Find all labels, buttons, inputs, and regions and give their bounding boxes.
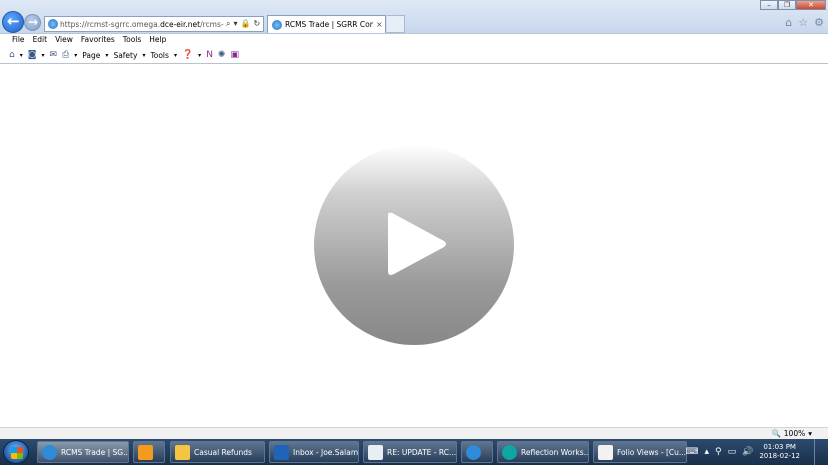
research-icon[interactable]: ▣ — [230, 50, 239, 60]
home-icon[interactable]: ⌂ — [9, 50, 15, 60]
address-bar[interactable]: https://rcmst-sgrrc.omega.dce-eir.net/rc… — [44, 16, 264, 32]
start-button[interactable] — [3, 440, 29, 464]
chevron-down-icon[interactable]: ▾ — [41, 52, 44, 59]
tools-menu[interactable]: Tools — [150, 51, 168, 60]
folder-icon — [175, 444, 190, 460]
clock-date: 2018-02-12 — [759, 452, 800, 460]
taskbar-item-internet-explorer[interactable] — [461, 441, 493, 463]
tab-title: RCMS Trade | SGRR Comm... — [285, 20, 373, 29]
menu-tools[interactable]: Tools — [119, 34, 145, 46]
new-tab-button[interactable] — [387, 15, 405, 33]
clock[interactable]: 01:03 PM 2018-02-12 — [759, 443, 800, 461]
forward-button[interactable]: → — [24, 14, 41, 31]
email-icon — [368, 444, 383, 460]
feeds-icon[interactable]: ◙ — [28, 50, 37, 60]
chevron-down-icon[interactable]: ▾ — [142, 52, 145, 59]
menu-edit[interactable]: Edit — [29, 34, 52, 46]
command-bar: ⌂ ▾ ◙ ▾ ✉ ⎙ ▾ Page ▾ Safety ▾ Tools ▾ ❓ ▾ N ✺ ▣ — [0, 47, 828, 64]
print-icon[interactable]: ⎙ — [62, 50, 69, 60]
menu-favorites[interactable]: Favorites — [77, 34, 119, 46]
menu-bar: File Edit View Favorites Tools Help — [0, 34, 828, 46]
taskbar-item-email-update[interactable]: RE: UPDATE - RC... — [363, 441, 457, 463]
chevron-down-icon[interactable]: ▾ — [198, 52, 201, 59]
url-text: https://rcmst-sgrrc.omega.dce-eir.net/rc… — [60, 19, 224, 29]
clock-time: 01:03 PM — [763, 443, 796, 451]
book-icon — [598, 444, 613, 460]
ie-favicon-icon — [272, 19, 282, 30]
show-desktop-button[interactable] — [814, 439, 822, 465]
home-icon[interactable]: ⌂ — [785, 16, 792, 29]
taskbar-item-media-player[interactable] — [133, 441, 165, 463]
taskbar-item-casual-refunds[interactable]: Casual Refunds — [170, 441, 265, 463]
keyboard-icon[interactable]: ⌨ — [685, 447, 698, 457]
play-icon — [388, 212, 446, 275]
search-icon[interactable]: ⌕ — [226, 19, 230, 29]
help-icon[interactable]: ❓ — [182, 50, 193, 60]
gear-icon[interactable]: ⚙ — [814, 16, 824, 29]
system-tray: ⌨ ▴ ⚲ ▭ 🔊 01:03 PM 2018-02-12 — [685, 439, 828, 465]
chevron-down-icon[interactable]: ▾ — [174, 52, 177, 59]
chevron-down-icon[interactable]: ▾ — [20, 52, 23, 59]
tab-close-icon[interactable]: × — [376, 20, 383, 29]
arrow-left-icon: ← — [7, 12, 20, 30]
settings-icon[interactable]: ✺ — [218, 50, 226, 60]
outlook-icon — [274, 444, 289, 460]
windows-logo-icon — [11, 447, 23, 459]
dropdown-caret-icon[interactable]: ▾ — [233, 19, 237, 29]
status-bar: 🔍 100% ▾ — [0, 427, 828, 439]
back-button[interactable]: ← — [2, 11, 24, 33]
menu-file[interactable]: File — [8, 34, 29, 46]
taskbar-item-folio-views[interactable]: Folio Views - [Cu... — [593, 441, 687, 463]
zoom-control[interactable]: 🔍 100% ▾ — [771, 429, 812, 438]
zoom-icon: 🔍 — [771, 429, 781, 438]
usb-icon[interactable]: ⚲ — [715, 447, 722, 457]
reflection-icon — [502, 444, 517, 460]
browser-titlebar: ← → https://rcmst-sgrrc.omega.dce-eir.ne… — [0, 0, 828, 34]
taskbar-item-reflection[interactable]: Reflection Works... — [497, 441, 589, 463]
restore-button[interactable]: ❐ — [778, 0, 796, 10]
network-icon[interactable]: ▭ — [728, 447, 737, 457]
video-play-button[interactable] — [314, 145, 514, 345]
mail-icon[interactable]: ✉ — [49, 50, 57, 60]
media-player-icon — [138, 444, 153, 460]
minimize-button[interactable]: – — [760, 0, 778, 10]
browser-tab[interactable]: RCMS Trade | SGRR Comm... × — [267, 15, 386, 33]
volume-icon[interactable]: 🔊 — [742, 447, 753, 457]
safety-menu[interactable]: Safety — [113, 51, 137, 60]
chevron-down-icon[interactable]: ▾ — [74, 52, 77, 59]
lock-icon[interactable]: 🔒 — [241, 19, 251, 29]
menu-view[interactable]: View — [51, 34, 77, 46]
arrow-right-icon: → — [28, 15, 39, 29]
close-button[interactable]: ✕ — [796, 0, 826, 10]
favorites-star-icon[interactable]: ☆ — [798, 16, 808, 29]
page-content — [0, 65, 828, 427]
onenote-icon[interactable]: N — [206, 50, 213, 60]
refresh-icon[interactable]: ↻ — [253, 19, 260, 29]
zoom-level: 100% — [783, 429, 806, 438]
ie-icon — [466, 444, 481, 460]
ie-icon — [42, 444, 57, 460]
chevron-down-icon[interactable]: ▾ — [105, 52, 108, 59]
taskbar: RCMS Trade | SG... Casual Refunds Inbox … — [0, 439, 828, 465]
chevron-down-icon[interactable]: ▾ — [808, 429, 812, 438]
page-menu[interactable]: Page — [82, 51, 100, 60]
taskbar-item-rcms-trade[interactable]: RCMS Trade | SG... — [37, 441, 129, 463]
chevron-up-icon[interactable]: ▴ — [704, 447, 709, 457]
ie-favicon-icon — [48, 19, 58, 29]
taskbar-item-outlook-inbox[interactable]: Inbox - Joe.Salam... — [269, 441, 359, 463]
menu-help[interactable]: Help — [145, 34, 170, 46]
